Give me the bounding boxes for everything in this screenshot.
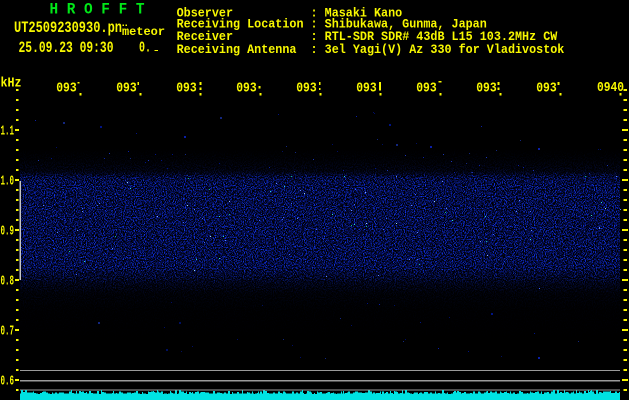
svg-text:0.9: 0.9 xyxy=(1,223,15,239)
svg-text:093: 093 xyxy=(536,81,557,96)
svg-text:093: 093 xyxy=(116,81,137,96)
svg-text:093: 093 xyxy=(56,81,76,96)
svg-text:093: 093 xyxy=(176,81,197,96)
svg-text:0.7: 0.7 xyxy=(1,323,15,339)
svg-text:1.0: 1.0 xyxy=(1,173,15,189)
svg-text:0940: 0940 xyxy=(597,81,624,96)
svg-text:093: 093 xyxy=(296,81,317,96)
svg-text:H R O F F T: H R O F F T xyxy=(50,1,145,19)
svg-text:UT2509230930.pn: UT2509230930.pn xyxy=(14,19,122,37)
svg-text:093: 093 xyxy=(236,81,257,96)
svg-text:093: 093 xyxy=(416,81,437,96)
svg-text:0.: 0. xyxy=(139,40,151,57)
svg-text:Receiving Antenna : 3el Yagi(: Receiving Antenna : 3el Yagi(V) Az 330 f… xyxy=(177,42,565,57)
svg-text:1.1: 1.1 xyxy=(1,123,15,139)
svg-text:093: 093 xyxy=(356,81,377,96)
svg-text:25.09.23 09:30: 25.09.23 09:30 xyxy=(19,39,114,57)
svg-text:0.8: 0.8 xyxy=(1,273,15,289)
svg-text:0.6: 0.6 xyxy=(1,373,15,389)
svg-text:meteor: meteor xyxy=(122,26,165,39)
svg-text:kHz: kHz xyxy=(1,75,22,91)
svg-text:093: 093 xyxy=(476,81,497,96)
